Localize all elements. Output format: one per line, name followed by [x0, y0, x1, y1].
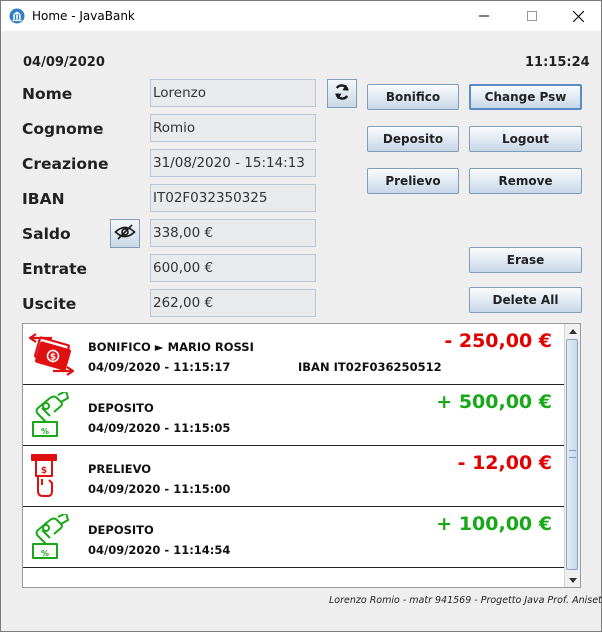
refresh-icon [332, 82, 352, 106]
creazione-field: 31/08/2020 - 15:14:13 [150, 149, 316, 177]
svg-text:$: $ [41, 466, 47, 476]
transaction-type: BONIFICO ► MARIO ROSSI [88, 340, 254, 354]
transactions-list[interactable]: $ BONIFICO ► MARIO ROSSI 04/09/2020 - 11… [22, 323, 581, 588]
nome-field: Lorenzo [150, 79, 316, 107]
list-scrollbar[interactable] [564, 324, 580, 587]
close-button[interactable] [555, 1, 601, 31]
transaction-amount: + 500,00 € [436, 391, 552, 413]
transaction-amount: - 250,00 € [444, 330, 552, 352]
transaction-date: 04/09/2020 - 11:14:54 [88, 543, 231, 557]
transaction-type: DEPOSITO [88, 401, 154, 415]
transaction-amount: - 12,00 € [457, 452, 552, 474]
transaction-type: PRELIEVO [88, 462, 152, 476]
window-title: Home - JavaBank [32, 9, 135, 23]
remove-button[interactable]: Remove [469, 168, 582, 194]
transaction-date: 04/09/2020 - 11:15:05 [88, 421, 231, 435]
nome-label: Nome [22, 85, 73, 103]
toggle-saldo-visibility-button[interactable] [110, 219, 140, 248]
entrate-field: 600,00 € [150, 254, 316, 282]
iban-label: IBAN [22, 190, 65, 208]
saldo-label: Saldo [22, 225, 71, 243]
deposito-button[interactable]: Deposito [367, 126, 459, 152]
erase-button[interactable]: Erase [469, 247, 582, 273]
eye-slash-icon [114, 223, 136, 244]
maximize-button[interactable] [509, 1, 555, 31]
iban-field: IT02F032350325 [150, 184, 316, 212]
delete-all-button[interactable]: Delete All [469, 287, 582, 313]
atm-withdrawal-icon: $ [28, 453, 76, 499]
transaction-iban: IBAN IT02F036250512 [298, 360, 442, 374]
svg-text:%: % [41, 427, 49, 436]
scroll-up-arrow-icon[interactable] [565, 324, 580, 338]
saldo-field: 338,00 € [150, 219, 316, 247]
transaction-date: 04/09/2020 - 11:15:17 [88, 360, 231, 374]
transaction-row[interactable]: % DEPOSITO 04/09/2020 - 11:14:54 + 100,0… [23, 507, 566, 568]
title-bar: Home - JavaBank [1, 1, 601, 31]
transaction-row[interactable]: $ PRELIEVO 04/09/2020 - 11:15:00 - 12,00… [23, 446, 566, 507]
current-date: 04/09/2020 [23, 55, 105, 70]
transaction-date: 04/09/2020 - 11:15:00 [88, 482, 231, 496]
change-password-button[interactable]: Change Psw [469, 84, 582, 110]
deposit-icon: % [28, 512, 76, 560]
transaction-amount: + 100,00 € [436, 513, 552, 535]
scroll-thumb[interactable] [566, 339, 578, 570]
cognome-label: Cognome [22, 120, 104, 138]
transaction-row[interactable]: $ BONIFICO ► MARIO ROSSI 04/09/2020 - 11… [23, 324, 566, 385]
creazione-label: Creazione [22, 155, 109, 173]
bank-icon [9, 8, 25, 24]
cognome-field: Romio [150, 114, 316, 142]
uscite-label: Uscite [22, 295, 77, 313]
svg-text:%: % [41, 549, 49, 558]
app-window: Home - JavaBank 04/09/2020 11:15:24 Nome… [0, 0, 602, 632]
logout-button[interactable]: Logout [469, 126, 582, 152]
footer-credit: Lorenzo Romio - matr 941569 - Progetto J… [329, 595, 602, 606]
transaction-type: DEPOSITO [88, 523, 154, 537]
scroll-down-arrow-icon[interactable] [565, 573, 580, 587]
refresh-button[interactable] [327, 79, 357, 108]
entrate-label: Entrate [22, 260, 88, 278]
current-time: 11:15:24 [525, 55, 590, 70]
money-transfer-icon: $ [28, 331, 76, 377]
prelievo-button[interactable]: Prelievo [367, 168, 459, 194]
scroll-grip [569, 450, 576, 458]
deposit-icon: % [28, 390, 76, 438]
transaction-row[interactable]: % DEPOSITO 04/09/2020 - 11:15:05 + 500,0… [23, 385, 566, 446]
uscite-field: 262,00 € [150, 289, 316, 317]
minimize-button[interactable] [461, 1, 507, 31]
svg-text:$: $ [50, 353, 56, 363]
bonifico-button[interactable]: Bonifico [367, 84, 459, 110]
